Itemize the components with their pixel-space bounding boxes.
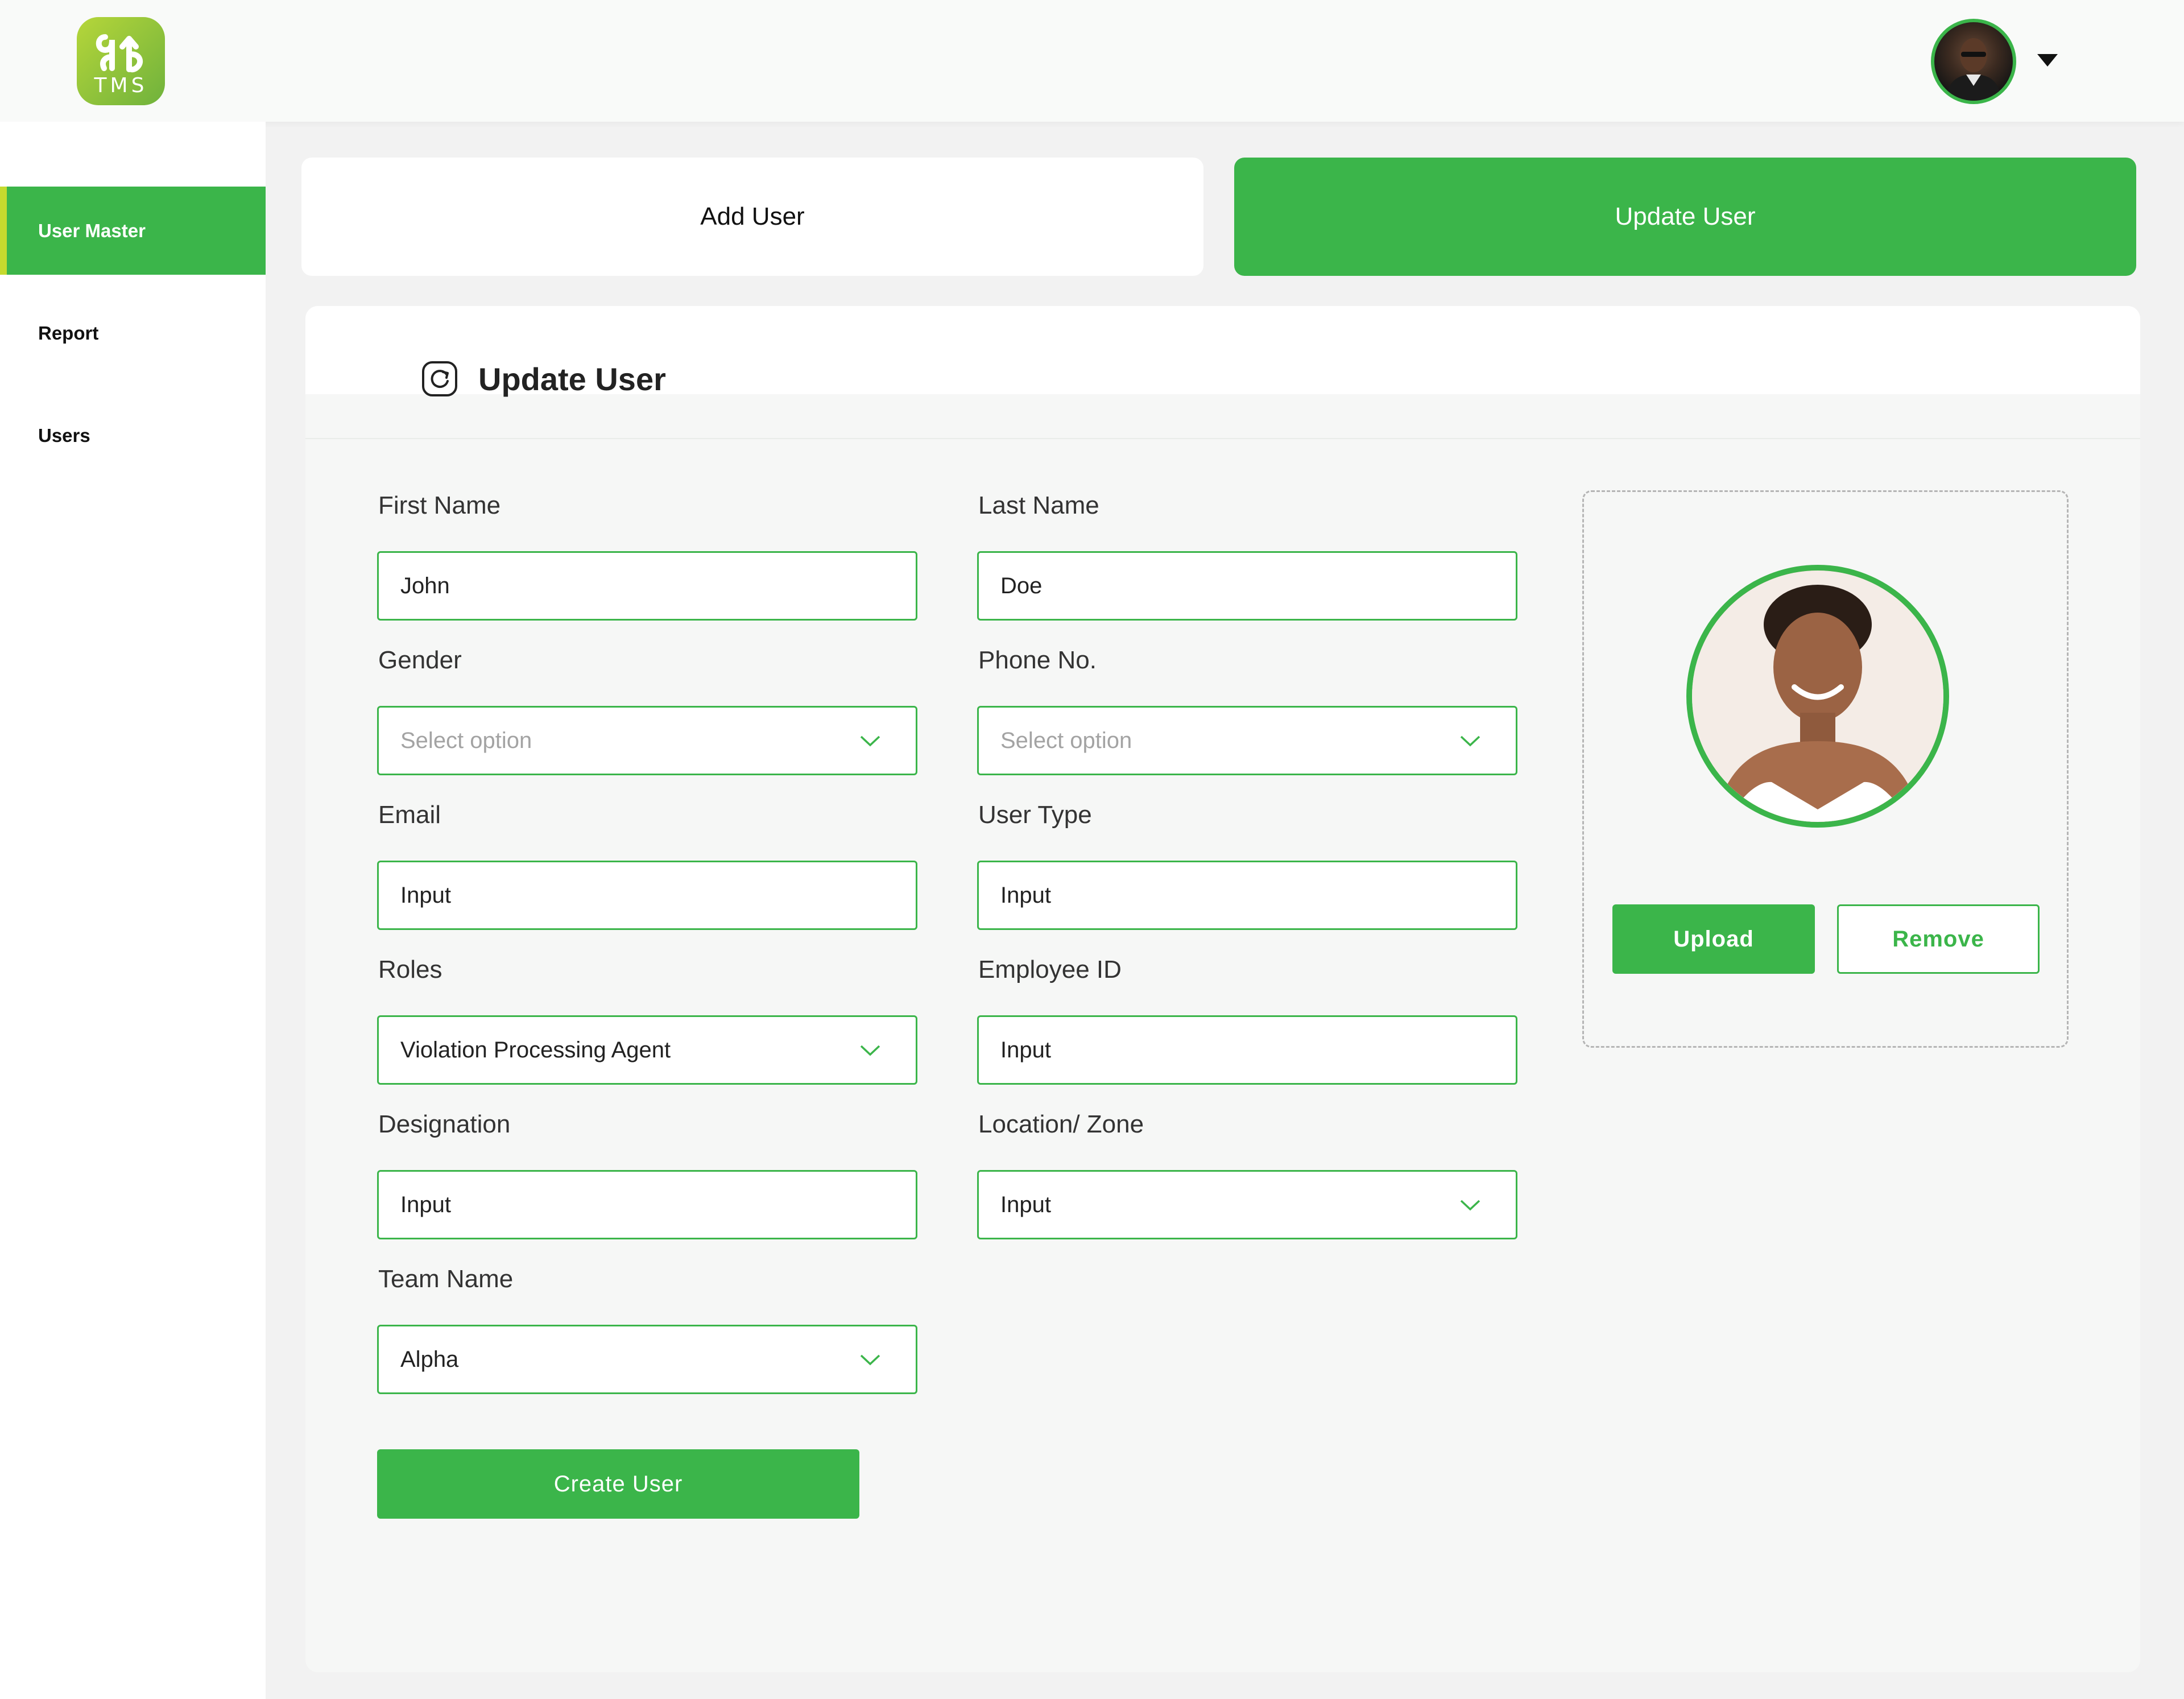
phone-select[interactable]: Select option	[977, 706, 1517, 775]
email-label: Email	[378, 801, 441, 829]
roles-label: Roles	[378, 956, 442, 983]
sidebar-item-user-master[interactable]: User Master	[0, 187, 266, 275]
tab-add-user[interactable]: Add User	[301, 158, 1203, 276]
upload-button[interactable]: Upload	[1612, 904, 1815, 974]
roles-select-value: Violation Processing Agent	[400, 1037, 671, 1063]
profile-photo	[1686, 565, 1949, 828]
remove-button[interactable]: Remove	[1837, 904, 2040, 974]
designation-input[interactable]	[377, 1170, 917, 1239]
account-dropdown-caret-icon[interactable]	[2037, 54, 2058, 67]
team-name-select-value: Alpha	[400, 1346, 459, 1372]
sidebar: User Master Report Users	[0, 122, 266, 1699]
location-select[interactable]: Input	[977, 1170, 1517, 1239]
photo-upload-area: Upload Remove	[1582, 490, 2069, 1048]
panel-divider	[305, 438, 2140, 439]
gender-select-value: Select option	[400, 727, 532, 753]
user-type-label: User Type	[978, 801, 1092, 829]
refresh-icon[interactable]	[421, 361, 458, 397]
tab-update-user[interactable]: Update User	[1234, 158, 2136, 276]
panel-title: Update User	[478, 361, 666, 397]
user-type-input[interactable]	[977, 861, 1517, 930]
logo-text: TMS	[94, 74, 148, 97]
top-bar: TMS	[0, 0, 2184, 122]
location-select-value: Input	[1000, 1192, 1051, 1217]
team-name-label: Team Name	[378, 1265, 514, 1293]
employee-id-label: Employee ID	[978, 956, 1122, 983]
sidebar-item-users[interactable]: Users	[0, 391, 266, 479]
last-name-label: Last Name	[978, 491, 1099, 519]
gender-select[interactable]: Select option	[377, 706, 917, 775]
first-name-label: First Name	[378, 491, 501, 519]
chevron-down-icon	[860, 1354, 880, 1366]
chevron-down-icon	[860, 735, 880, 747]
last-name-input[interactable]	[977, 551, 1517, 621]
chevron-down-icon	[860, 1045, 880, 1056]
app-logo[interactable]: TMS	[77, 17, 165, 105]
employee-id-input[interactable]	[977, 1015, 1517, 1085]
team-name-select[interactable]: Alpha	[377, 1325, 917, 1394]
create-user-button[interactable]: Create User	[377, 1449, 859, 1519]
phone-label: Phone No.	[978, 646, 1097, 674]
designation-label: Designation	[378, 1110, 511, 1138]
chevron-down-icon	[1460, 1200, 1480, 1211]
user-avatar[interactable]	[1931, 19, 2016, 104]
roles-select[interactable]: Violation Processing Agent	[377, 1015, 917, 1085]
update-user-panel: Update User First Name Gender Select opt…	[305, 306, 2140, 1672]
avatar-person-icon	[1946, 38, 2001, 101]
email-input[interactable]	[377, 861, 917, 930]
first-name-input[interactable]	[377, 551, 917, 621]
location-label: Location/ Zone	[978, 1110, 1144, 1138]
profile-person-icon	[1692, 571, 1943, 822]
gender-label: Gender	[378, 646, 462, 674]
chevron-down-icon	[1460, 735, 1480, 747]
sidebar-item-report[interactable]: Report	[0, 289, 266, 377]
phone-select-value: Select option	[1000, 727, 1132, 753]
